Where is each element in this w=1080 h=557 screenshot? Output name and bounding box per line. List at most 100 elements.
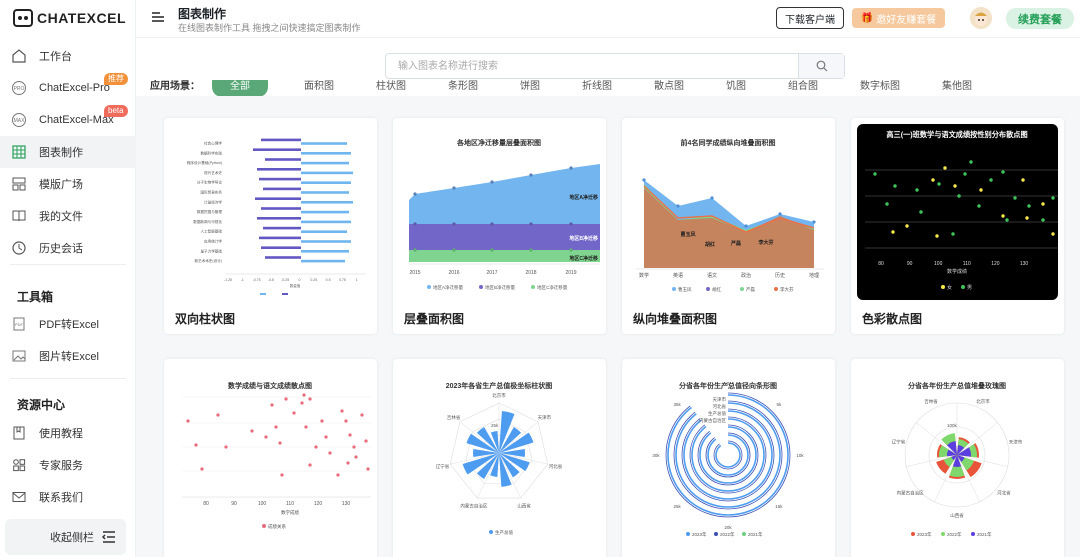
clock-icon <box>11 240 27 256</box>
tick-label: 100 <box>258 501 267 507</box>
sidebar-item[interactable]: 我的文件 <box>0 200 136 232</box>
sidebar-item[interactable]: 图表制作 <box>0 136 136 168</box>
chart-card[interactable]: 数学成绩与语文成绩散点图80901001101201301数学成绩成绩关系 <box>164 359 377 557</box>
data-point <box>873 172 877 176</box>
legend-label: 2023年 <box>692 531 707 538</box>
tick-label: 数据挖掘与管理 <box>197 209 223 214</box>
data-point <box>1001 170 1005 174</box>
category-tab[interactable]: 折线图 <box>582 80 612 92</box>
tick-label: 英语 <box>673 272 683 279</box>
bar-right <box>301 171 353 175</box>
sidebar-nav-resources: 使用教程 专家服务联系我们 <box>0 417 136 513</box>
template-icon <box>11 176 27 192</box>
sidebar-item[interactable]: 使用教程 <box>0 417 136 449</box>
data-point <box>413 222 417 226</box>
chart-card[interactable]: 社会心理学 数据科学实践 程序设计基础(Python) 现代艺术史 分子生物学导论 国际贸… <box>164 118 377 334</box>
data-point <box>300 401 304 405</box>
category-tab[interactable]: 条形图 <box>448 80 478 92</box>
chart-thumbnail: 分省各年份生产总值堆叠玫瑰图 100k 北京市 天津市 河北省 山西省 内蒙古自治区 辽宁省 吉… <box>857 365 1058 541</box>
data-point <box>977 204 981 208</box>
sidebar: ChatExcel 工作台 PRO ChatExcel-Pro 推荐 MAX ChatEx… <box>0 0 136 557</box>
menu-toggle-icon[interactable] <box>152 12 164 22</box>
tick-label: 110 <box>286 501 294 507</box>
data-point <box>710 196 714 200</box>
collapse-sidebar-button[interactable]: 收起侧栏 <box>5 519 126 555</box>
category-tab[interactable]: 饥图 <box>726 80 746 92</box>
logo[interactable]: ChatExcel <box>13 9 126 27</box>
tick-label: 人工智能基础 <box>200 229 222 234</box>
category-tab[interactable]: 集他图 <box>942 80 972 92</box>
sidebar-item-label: 联系我们 <box>39 492 83 504</box>
bar-right <box>301 201 353 204</box>
legend-swatch <box>260 293 266 295</box>
tick-label: -0.75 <box>253 278 261 282</box>
toolbox-title: 工具箱 <box>17 290 54 304</box>
bar-left <box>263 187 301 191</box>
category-tab[interactable]: 柱状图 <box>376 80 406 92</box>
data-point <box>569 248 573 252</box>
tick-label: 分子生物学导论 <box>197 180 223 185</box>
data-point <box>1041 202 1045 206</box>
category-tab[interactable]: 数字标图 <box>860 80 900 92</box>
image-icon <box>11 348 27 364</box>
category-tab[interactable]: 面积图 <box>304 80 334 92</box>
data-point <box>186 419 190 423</box>
page-title: 图表制作 <box>178 7 227 21</box>
sidebar-item[interactable]: MAX ChatExcel-Max beta <box>0 104 136 136</box>
tick-label: 30k <box>652 453 660 458</box>
search-button[interactable] <box>798 54 844 78</box>
bar-left <box>259 236 301 240</box>
sidebar-item[interactable]: PDF PDF转Excel <box>0 308 136 340</box>
data-point <box>951 232 955 236</box>
chart-card[interactable]: 2023年各省生产总值极坐标柱状图 25k 北京市 天津市 河北省 山西省 内蒙古自治区 辽宁… <box>393 359 606 557</box>
sidebar-item-label: ChatExcel-Max <box>39 114 114 126</box>
tick-label: 25k <box>491 423 499 428</box>
tick-label: 5k <box>777 402 783 407</box>
sidebar-item[interactable]: 历史会话 <box>0 232 136 264</box>
sidebar-item[interactable]: 图片转Excel <box>0 340 136 372</box>
data-point <box>340 409 344 413</box>
download-client-button[interactable]: 下载客户端 <box>776 7 844 29</box>
data-point <box>989 178 993 182</box>
category-tab[interactable]: 全部 <box>212 80 268 96</box>
bar-right <box>301 250 349 253</box>
tick-label: 量子力学基础 <box>200 248 222 253</box>
data-point <box>1001 214 1005 218</box>
category-tab[interactable]: 组合图 <box>788 80 818 92</box>
sidebar-item[interactable]: 专家服务 <box>0 449 136 481</box>
avatar[interactable] <box>970 7 992 29</box>
sidebar-item[interactable]: PRO ChatExcel-Pro 推荐 <box>0 72 136 104</box>
category-tab[interactable]: 散点图 <box>654 80 684 92</box>
sidebar-item[interactable]: 工作台 <box>0 40 136 72</box>
tick-label: 山西省 <box>517 502 531 509</box>
tick-label: 社会心理学 <box>204 141 222 146</box>
sidebar-item[interactable]: 联系我们 <box>0 481 136 513</box>
bar-left <box>263 226 301 230</box>
legend-label: 地区A净迁移量 <box>433 284 464 291</box>
tick-label: 河北省 <box>549 463 563 470</box>
search-input[interactable] <box>386 54 798 78</box>
data-point <box>360 413 364 417</box>
tick-label: 数学 <box>639 272 649 279</box>
chart-card[interactable]: 各地区净迁移量层叠面积图 地区A净迁移 地区B净迁移 地区C净迁移 2015 2016 20… <box>393 118 606 334</box>
badge: 推荐 <box>104 73 128 85</box>
invite-friends-button[interactable]: 🎁 邀好友赚套餐 <box>852 8 945 28</box>
chart-thumbnail: 社会心理学 数据科学实践 程序设计基础(Python) 现代艺术史 分子生物学导论 国际贸… <box>170 124 371 300</box>
page-subtitle: 在线图表制作工具 拖拽之间快速搞定图表制作 <box>178 23 361 33</box>
chart-card[interactable]: 分省各年份生产总值径向条形图 0 5k 10k 15k 20k 25k 30k 35k 天津市 河北… <box>622 359 835 557</box>
data-point <box>348 433 352 437</box>
chart-card[interactable]: 高三(一)班数学与语文成绩按性别分布散点图 80 90 100 110 120 130 数学成… <box>851 118 1064 334</box>
legend-label: 2023年 <box>917 531 932 538</box>
legend-label: 李大芬 <box>780 286 794 293</box>
chart-card[interactable]: 前4名同学成绩纵向堆叠面积图 曹玉凤 胡红 严磊 李大芬 数学 英语 语文 政治 历史 地理 曹玉凤胡… <box>622 118 835 334</box>
bar-left <box>261 207 301 210</box>
chart-title: 分省各年份生产总值堆叠玫瑰图 <box>908 381 1006 390</box>
chart-title: 2023年各省生产总值极坐标柱状图 <box>446 381 553 390</box>
renew-plan-button[interactable]: 续费套餐 <box>1006 8 1074 29</box>
sidebar-item-label: 图表制作 <box>39 147 83 159</box>
tick-label: 现代艺术史 <box>204 170 222 175</box>
sidebar-item[interactable]: 模版广场 <box>0 168 136 200</box>
pro-icon: PRO <box>11 80 27 96</box>
category-tab[interactable]: 饼图 <box>520 80 540 92</box>
chart-card[interactable]: 分省各年份生产总值堆叠玫瑰图 100k 北京市 天津市 河北省 山西省 内蒙古自治区 辽宁省 吉… <box>851 359 1064 557</box>
